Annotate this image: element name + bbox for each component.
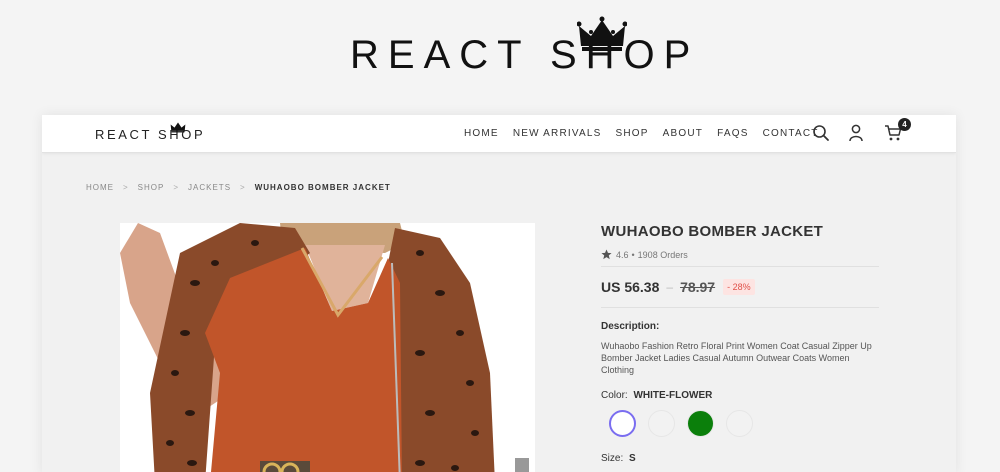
discount-badge: - 28% <box>723 279 755 295</box>
breadcrumb-current: WUHAOBO BOMBER JACKET <box>254 183 391 192</box>
breadcrumb-jackets[interactable]: JACKETS <box>188 183 231 192</box>
nav-link-home[interactable]: HOME <box>464 128 499 139</box>
nav-link-shop[interactable]: SHOP <box>616 128 649 139</box>
original-price: 78.97 <box>680 279 716 295</box>
nav-link-about[interactable]: ABOUT <box>663 128 703 139</box>
breadcrumb-home[interactable]: HOME <box>86 183 114 192</box>
divider <box>601 266 879 267</box>
color-swatch-4[interactable] <box>726 410 753 437</box>
search-icon[interactable] <box>812 124 830 142</box>
color-swatch-2[interactable] <box>648 410 675 437</box>
color-value: WHITE-FLOWER <box>633 390 713 401</box>
nav-links: HOME NEW ARRIVALS SHOP ABOUT FAQS CONTAC… <box>464 128 833 139</box>
site-window: REACT SHOP HOME NEW ARRIVALS SHOP ABOUT … <box>42 115 956 472</box>
nav-link-contact[interactable]: CONTACT <box>763 128 819 139</box>
size-value: S <box>629 453 636 464</box>
rating-dot: • <box>631 249 635 260</box>
price-row: US 56.38 – 78.97 - 28% <box>601 279 879 295</box>
user-icon[interactable] <box>848 124 864 142</box>
star-icon <box>601 249 612 260</box>
product-image[interactable] <box>120 223 535 472</box>
cart-count-badge: 4 <box>898 118 911 131</box>
color-swatch-1[interactable] <box>609 410 636 437</box>
color-swatches <box>601 410 879 437</box>
current-price: US 56.38 <box>601 279 660 295</box>
product-title: WUHAOBO BOMBER JACKET <box>601 223 824 240</box>
rating-value: 4.6 <box>616 249 629 260</box>
product-rating: 4.6 • 1908 Orders <box>601 249 879 260</box>
description-label: Description: <box>601 321 660 332</box>
crown-icon <box>577 16 627 51</box>
nav-logo[interactable]: REACT SHOP <box>95 127 205 142</box>
breadcrumb-separator: > <box>173 183 180 192</box>
divider <box>601 307 879 308</box>
description-text: Wuhaobo Fashion Retro Floral Print Women… <box>601 341 872 375</box>
nav-link-new-arrivals[interactable]: NEW ARRIVALS <box>513 128 602 139</box>
breadcrumb: HOME > SHOP > JACKETS > WUHAOBO BOMBER J… <box>86 183 391 192</box>
product-photo <box>120 223 535 472</box>
hero-wordmark: REACT SHOP <box>350 33 700 77</box>
breadcrumb-separator: > <box>240 183 246 192</box>
size-label: Size: S <box>601 453 879 464</box>
price-dash: – <box>666 280 674 294</box>
product-info: WUHAOBO BOMBER JACKET 4.6 • 1908 Orders … <box>601 223 879 464</box>
color-swatch-3[interactable] <box>687 410 714 437</box>
color-label-text: Color: <box>601 390 628 401</box>
order-count: 1908 Orders <box>637 249 688 260</box>
breadcrumb-separator: > <box>123 183 129 192</box>
size-label-text: Size: <box>601 453 624 464</box>
nav-link-faqs[interactable]: FAQS <box>717 128 748 139</box>
color-label: Color: WHITE-FLOWER <box>601 390 879 401</box>
hero-logo: REACT SHOP <box>0 0 1000 110</box>
crown-icon <box>170 122 186 133</box>
navbar: REACT SHOP HOME NEW ARRIVALS SHOP ABOUT … <box>42 115 956 153</box>
breadcrumb-shop[interactable]: SHOP <box>138 183 165 192</box>
